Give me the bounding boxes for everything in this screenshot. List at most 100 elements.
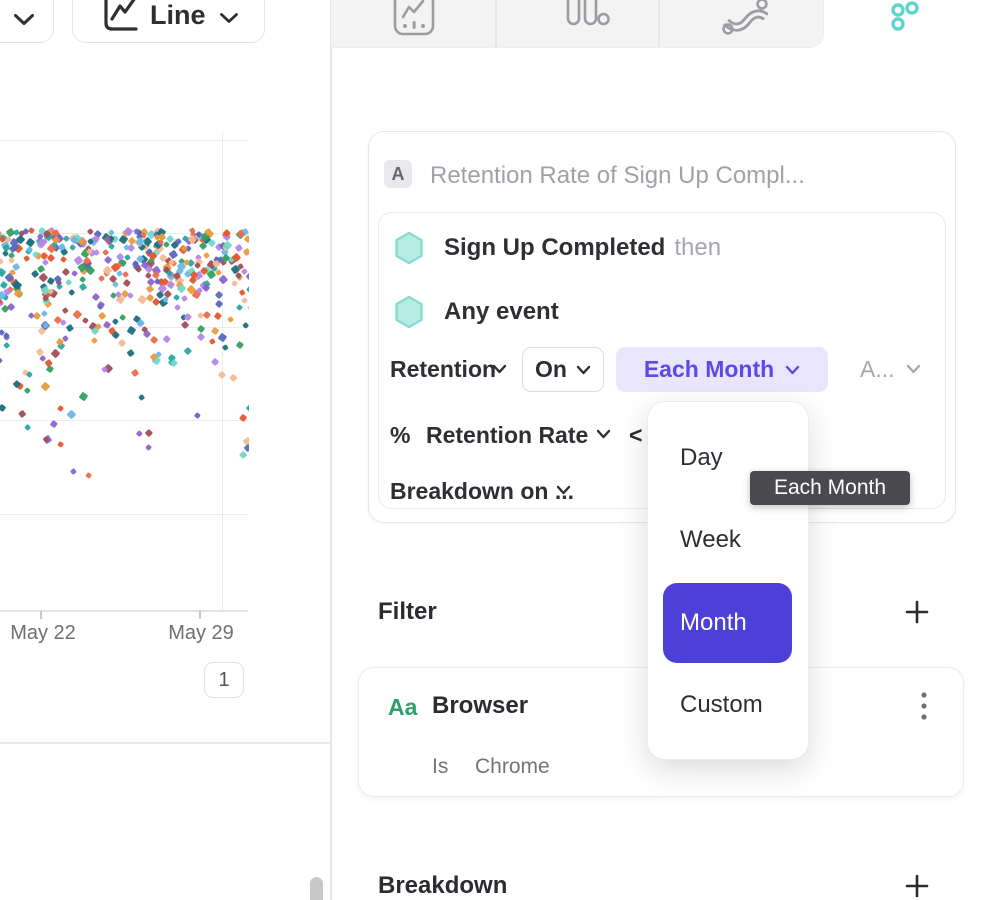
collapsed-dropdown-button[interactable] (0, 0, 54, 43)
scatter-point (143, 330, 151, 338)
scatter-point (241, 297, 248, 304)
scatter-point (104, 256, 113, 265)
scatter-point (246, 404, 249, 412)
scatter-point (181, 295, 188, 302)
add-breakdown-button[interactable] (905, 874, 929, 898)
event-hexagon-icon (394, 295, 424, 329)
chevron-down-icon (219, 12, 239, 33)
truncated-dropdown[interactable]: A... (860, 347, 895, 392)
scatter-point (18, 410, 27, 419)
scatter-point (211, 327, 220, 336)
scatter-icon (890, 0, 922, 32)
scatter-point (62, 307, 68, 313)
filter-section-title: Filter (378, 598, 437, 626)
overflow-text: < (629, 421, 642, 449)
on-dropdown-button[interactable]: On (522, 347, 604, 392)
scatter-point (181, 320, 190, 329)
scatter-point (91, 337, 98, 344)
x-tick-label: May 22 (0, 622, 98, 645)
tab-metrics[interactable] (331, 0, 495, 48)
scatter-point (217, 332, 227, 342)
breakdown-on-dropdown[interactable]: Breakdown on ... (390, 477, 574, 505)
scatter-point (203, 251, 210, 258)
menu-item-day[interactable]: Day (680, 444, 723, 472)
scatter-point (184, 347, 192, 355)
scatter-point (242, 322, 249, 330)
scatter-point (3, 342, 11, 350)
scatter-point (122, 271, 129, 278)
axis-tick (199, 611, 201, 619)
kebab-menu-icon[interactable] (920, 691, 928, 723)
chevron-down-icon (596, 429, 611, 439)
scatter-point (0, 404, 7, 413)
tab-flow[interactable] (659, 0, 824, 48)
scatter-point (118, 339, 127, 348)
menu-item-week[interactable]: Week (680, 526, 741, 554)
scatter-point (60, 319, 66, 325)
query-badge: A (384, 160, 412, 188)
scatter-point (87, 228, 94, 235)
scatter-plot (0, 128, 249, 612)
interval-label: Each Month (644, 356, 774, 383)
scatter-point (214, 312, 222, 320)
pagination-page-1-button[interactable]: 1 (204, 662, 244, 698)
scatter-point (0, 357, 3, 364)
scatter-point (127, 292, 134, 299)
panel-divider (330, 0, 332, 900)
scatter-point (92, 292, 100, 300)
scatter-point (66, 410, 76, 420)
measure-dropdown[interactable]: Retention Rate (426, 421, 588, 449)
x-tick-label: May 29 (146, 622, 256, 645)
scatter-point (45, 359, 53, 367)
filter-value[interactable]: Chrome (475, 755, 550, 779)
scatter-point (136, 430, 142, 436)
event-row-2[interactable]: Any event (444, 298, 559, 326)
scatter-point (229, 373, 238, 382)
property-type-badge: Aa (388, 694, 417, 721)
scatter-point (218, 274, 227, 283)
scatter-point (172, 293, 179, 300)
scatter-point (70, 468, 77, 475)
interval-dropdown-chip[interactable]: Each Month (616, 347, 828, 392)
chevron-down-icon (556, 485, 571, 495)
scatter-point (244, 444, 249, 452)
event-row-1[interactable]: Sign Up Completedthen (444, 234, 721, 262)
scatter-point (82, 317, 89, 324)
query-title[interactable]: Retention Rate of Sign Up Compl... (430, 162, 805, 190)
add-filter-button[interactable] (905, 600, 929, 624)
menu-item-month-selected[interactable]: Month (663, 583, 792, 663)
retention-dropdown[interactable]: Retention (390, 347, 496, 392)
scatter-point (26, 371, 33, 378)
scatter-point (24, 387, 30, 393)
line-chart-icon (99, 0, 137, 33)
tab-scatter-active[interactable] (824, 0, 982, 48)
scatter-point (42, 259, 49, 266)
scatter-point (194, 412, 201, 419)
scatter-point (236, 304, 243, 311)
scatter-point (209, 338, 216, 345)
scatter-point (123, 279, 131, 287)
axis-tick (40, 611, 42, 619)
scatter-point (41, 310, 48, 317)
bar-chart-icon (562, 0, 610, 34)
scatter-point (23, 254, 30, 261)
interval-tooltip: Each Month (750, 471, 910, 505)
menu-item-custom[interactable]: Custom (680, 691, 763, 719)
scatter-point (28, 227, 35, 234)
filter-property-dropdown[interactable]: Browser (432, 692, 528, 720)
scatter-point (145, 428, 153, 436)
scatter-point (131, 368, 140, 377)
tab-bars[interactable] (495, 0, 659, 48)
scatter-point (112, 331, 120, 339)
scrollbar-thumb[interactable] (310, 877, 323, 900)
percent-symbol: % (390, 421, 410, 449)
chevron-down-icon (906, 364, 921, 374)
scatter-point (49, 420, 57, 428)
filter-operator[interactable]: Is (432, 755, 448, 779)
scatter-point (197, 333, 205, 341)
chart-type-label: Line (150, 2, 206, 33)
scatter-point (8, 257, 15, 264)
scatter-point (239, 289, 245, 295)
scatter-point (236, 341, 244, 349)
chart-type-line-button[interactable]: Line (72, 0, 265, 43)
